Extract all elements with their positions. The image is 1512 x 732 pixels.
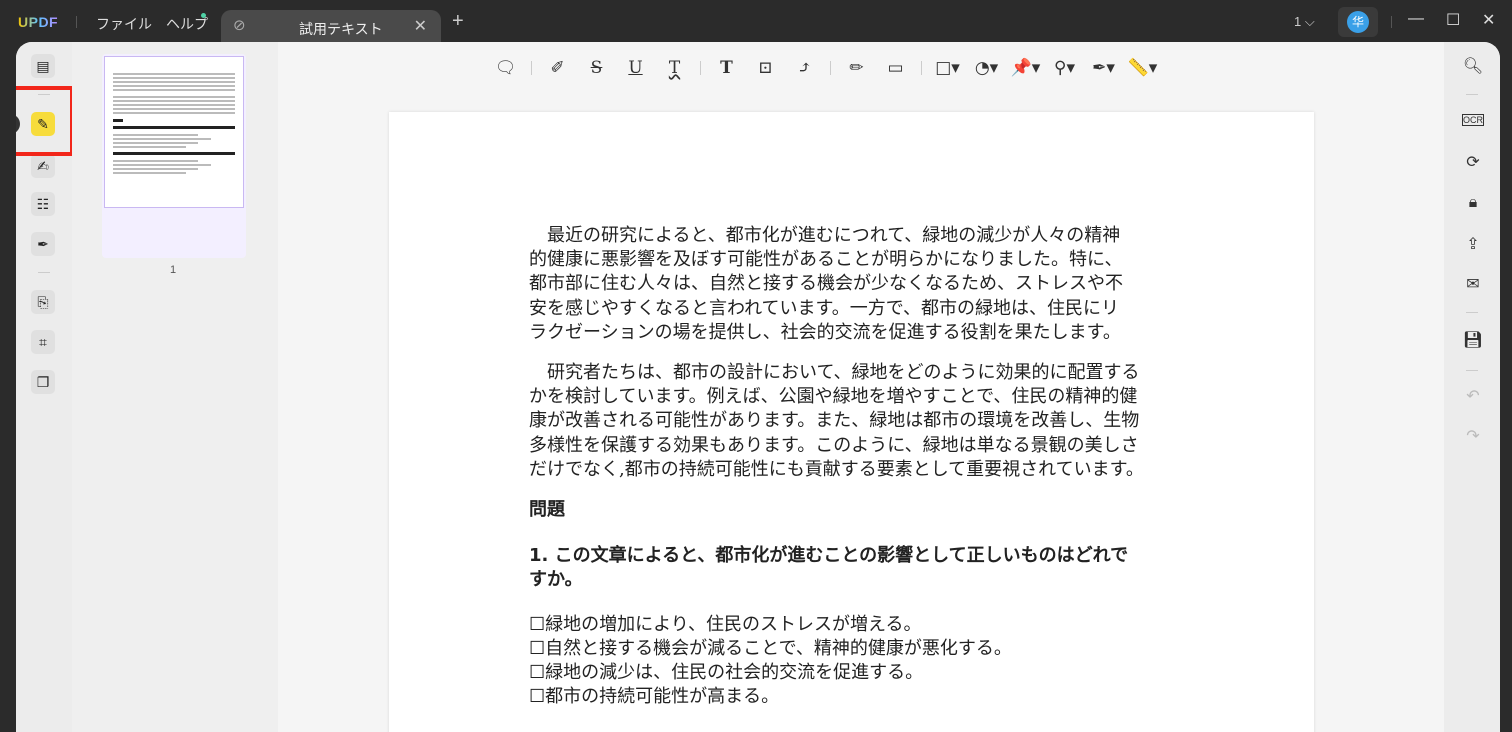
- form-icon[interactable]: ☷: [31, 192, 55, 216]
- answer-option: ☐緑地の増加により、住民のストレスが増える。: [529, 613, 922, 635]
- paragraph-2: 研究者たちは、都市の設計において、緑地をどのように効果的に配置する かを検討して…: [529, 361, 1144, 482]
- menu-file[interactable]: ファイル: [96, 14, 152, 34]
- notification-dot: [201, 13, 206, 18]
- thumbnail-panel: 1: [72, 42, 278, 732]
- answer-option: ☐都市の持続可能性が高まる。: [529, 686, 780, 708]
- convert-icon[interactable]: ⟳: [1462, 152, 1484, 172]
- ocr-icon[interactable]: OCR: [1462, 114, 1484, 126]
- text-line: 都市部に住む人々は、自然と接する機会が少なくなるため、ストレスや不: [529, 273, 1123, 295]
- organize-pages-icon[interactable]: ⎘: [31, 290, 55, 314]
- undo-icon[interactable]: ↶: [1462, 386, 1484, 406]
- pdf-page: 最近の研究によると、都市化が進むにつれて、緑地の減少が人々の精神 的健康に悪影響…: [389, 112, 1314, 732]
- pin-icon[interactable]: 📌▾: [1006, 58, 1045, 78]
- document-body: 最近の研究によると、都市化が進むにつれて、緑地の減少が人々の精神 的健康に悪影響…: [529, 224, 1144, 709]
- tab-status-icon: ⊘: [233, 17, 246, 34]
- divider: [1466, 312, 1478, 313]
- divider: [1466, 370, 1478, 371]
- text-line: 研究者たちは、都市の設計において、緑地をどのように効果的に配置する: [529, 362, 1140, 384]
- stamp-icon[interactable]: ⚲▾: [1045, 58, 1084, 78]
- save-icon[interactable]: 💾︎: [1462, 330, 1484, 350]
- protect-icon[interactable]: 🔒︎: [1462, 194, 1484, 212]
- underline-icon[interactable]: U: [616, 58, 655, 78]
- right-toolbar: 🔍︎ OCR ⟳ 🔒︎ ⇪ ✉ 💾︎ ↶ ↷: [1444, 42, 1500, 732]
- text-line: だけでなく,都市の持続可能性にも貢献する要素として重要視されています。: [529, 458, 1144, 480]
- page-indicator: 1: [1294, 14, 1302, 29]
- edit-pdf-icon[interactable]: ✍: [31, 154, 55, 178]
- textbox-icon[interactable]: ⊡: [746, 58, 785, 78]
- maximize-button[interactable]: ☐: [1446, 10, 1460, 30]
- text-line: 康が改善される可能性があります。また、緑地は都市の環境を改善し、生物: [529, 410, 1140, 432]
- thumbnail-preview: [104, 56, 244, 208]
- text-line: 最近の研究によると、都市化が進むにつれて、緑地の減少が人々の精神: [529, 225, 1121, 246]
- annotation-highlight-box: [16, 86, 74, 156]
- new-tab-button[interactable]: +: [452, 10, 464, 33]
- minimize-button[interactable]: —: [1408, 10, 1424, 28]
- email-icon[interactable]: ✉: [1462, 274, 1484, 294]
- text-callout-icon[interactable]: ⤴: [785, 58, 824, 78]
- highlighter-icon[interactable]: ✐: [538, 58, 577, 78]
- crop-icon[interactable]: ⌗: [31, 330, 55, 354]
- left-toolbar: ▤ ✎ ✍ ☷ ✒ ⎘ ⌗ ❐: [16, 42, 74, 732]
- pencil-icon[interactable]: ✏: [837, 58, 876, 78]
- layers-icon[interactable]: ❐: [31, 370, 55, 394]
- signature-pen-icon[interactable]: ✒▾: [1084, 58, 1123, 78]
- squiggly-underline-icon[interactable]: T: [655, 58, 694, 78]
- answer-option: ☐自然と接する機会が減ることで、精神的健康が悪化する。: [529, 637, 1012, 659]
- divider: [38, 272, 50, 273]
- workspace: ▤ ✎ ✍ ☷ ✒ ⎘ ⌗ ❐ 1 🗨 ✐ S U T T ⊡ ⤴ ✏ ▭ □▾…: [16, 42, 1500, 732]
- chevron-down-icon: ⌵: [1304, 14, 1315, 29]
- close-window-button[interactable]: ✕: [1482, 10, 1495, 30]
- answer-option: ☐緑地の減少は、住民の社会的交流を促進する。: [529, 662, 924, 684]
- comment-toolbar: 🗨 ✐ S U T T ⊡ ⤴ ✏ ▭ □▾ ◔▾ 📌▾ ⚲▾ ✒▾ 📏▾: [486, 56, 1162, 80]
- redo-icon[interactable]: ↷: [1462, 426, 1484, 446]
- answer-options: ☐緑地の増加により、住民のストレスが増える。 ☐自然と接する機会が減ることで、精…: [529, 613, 1144, 710]
- page-thumbnail[interactable]: [102, 54, 246, 258]
- page-selector[interactable]: 1 ⌵: [1294, 14, 1315, 30]
- text-line: かを検討しています。例えば、公園や緑地を増やすことで、住民の精神的健: [529, 386, 1138, 408]
- search-icon[interactable]: 🔍︎: [1462, 56, 1484, 76]
- text-line: ラクゼーションの場を提供し、社会的交流を促進する役割を果たします。: [529, 321, 1121, 343]
- sign-icon[interactable]: ✒: [31, 232, 55, 256]
- paragraph-1: 最近の研究によると、都市化が進むにつれて、緑地の減少が人々の精神 的健康に悪影響…: [529, 224, 1144, 345]
- account-button[interactable]: 华: [1338, 7, 1378, 37]
- close-tab-icon[interactable]: ✕: [414, 16, 427, 36]
- measure-icon[interactable]: 📏▾: [1123, 58, 1162, 78]
- shape-icon[interactable]: □▾: [928, 58, 967, 78]
- text-icon[interactable]: T: [707, 58, 746, 78]
- reader-mode-icon[interactable]: ▤: [31, 54, 55, 78]
- title-bar: UPDF ファイル ヘルプ ⊘ 試用テキスト ✕ + 1 ⌵ 华 — ☐ ✕: [0, 0, 1512, 42]
- text-line: 1. この文章によると、都市化が進むことの影響として正しいものはどれで: [529, 545, 1129, 567]
- share-icon[interactable]: ⇪: [1462, 234, 1484, 254]
- text-line: 多様性を保護する効果もあります。このように、緑地は単なる景観の美しさ: [529, 434, 1139, 456]
- text-line: 安を感じやすくなると言われています。一方で、都市の緑地は、住民にリ: [529, 297, 1120, 319]
- avatar: 华: [1347, 11, 1369, 33]
- sticker-icon[interactable]: ◔▾: [967, 58, 1006, 78]
- comment-icon[interactable]: 🗨: [486, 58, 525, 78]
- text-line: すか。: [529, 569, 583, 591]
- document-tab[interactable]: ⊘ 試用テキスト ✕: [221, 10, 441, 42]
- strikethrough-icon[interactable]: S: [577, 58, 616, 78]
- divider: [1391, 16, 1392, 28]
- section-heading: 問題: [529, 499, 565, 521]
- window-edge: [1500, 42, 1512, 732]
- eraser-icon[interactable]: ▭: [876, 58, 915, 78]
- thumbnail-page-number: 1: [170, 264, 177, 276]
- divider: [76, 16, 77, 28]
- question-1: 1. この文章によると、都市化が進むことの影響として正しいものはどれで すか。: [529, 544, 1144, 592]
- updf-logo: UPDF: [18, 14, 59, 30]
- tab-title: 試用テキスト: [299, 21, 383, 37]
- text-line: 的健康に悪影響を及ぼす可能性があることが明らかになりました。特に、: [529, 249, 1123, 271]
- divider: [1466, 94, 1478, 95]
